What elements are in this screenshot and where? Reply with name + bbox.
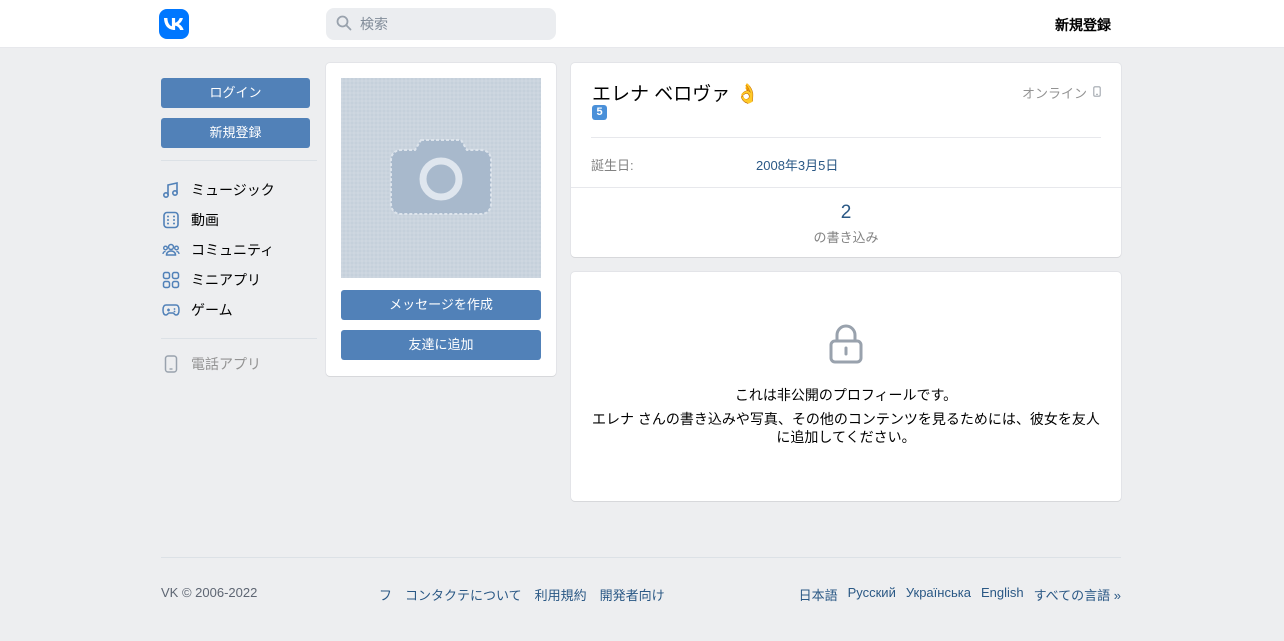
birthday-value[interactable]: 2008年3月5日 xyxy=(756,155,838,174)
sidebar-divider xyxy=(161,338,317,339)
footer-copyright: VK © 2006-2022 xyxy=(161,585,258,600)
profile-divider xyxy=(571,187,1121,188)
left-sidebar: ログイン 新規登録 ミュージック 動画 コミュニティ ミニアプリ ゲーム 電話ア… xyxy=(161,78,317,379)
write-message-button[interactable]: メッセージを作成 xyxy=(341,290,541,320)
mobile-icon xyxy=(1093,85,1101,100)
camera-icon xyxy=(387,134,495,223)
sidebar-divider xyxy=(161,160,317,161)
status-emoji-badge: 5 xyxy=(592,105,607,120)
community-icon xyxy=(161,240,181,260)
sidebar-item-label: コミュニティ xyxy=(191,242,275,258)
avatar[interactable] xyxy=(341,78,541,278)
footer-links: フ コンタクテについて 利用規約 開発者向け xyxy=(379,585,665,604)
footer-link[interactable]: フ xyxy=(379,585,392,604)
top-header: 新規登録 xyxy=(0,0,1284,48)
profile-divider xyxy=(591,137,1101,138)
private-profile-text: エレナ さんの書き込みや写真、その他のコンテンツを見るためには、彼女を友人に追加… xyxy=(592,411,1100,445)
sidebar-item-label: 電話アプリ xyxy=(191,356,261,372)
mini-apps-icon xyxy=(161,270,181,290)
footer-link-developers[interactable]: 開発者向け xyxy=(600,585,665,604)
private-profile-card: これは非公開のプロフィールです。 エレナ さんの書き込みや写真、その他のコンテン… xyxy=(571,272,1121,501)
sidebar-item-label: ミュージック xyxy=(191,182,275,198)
search-icon xyxy=(336,15,352,34)
sidebar-item-label: ミニアプリ xyxy=(191,272,261,288)
language-link-all[interactable]: すべての言語 » xyxy=(1034,585,1121,604)
search-input[interactable] xyxy=(360,16,540,32)
profile-photo-card: メッセージを作成 友達に追加 xyxy=(326,63,556,376)
phone-icon xyxy=(161,354,181,374)
birthday-label: 誕生日: xyxy=(591,158,634,173)
profile-name: エレナ ベロヴァ 👌 xyxy=(592,84,760,105)
add-friend-button[interactable]: 友達に追加 xyxy=(341,330,541,360)
game-icon xyxy=(161,300,181,320)
language-link-english[interactable]: English xyxy=(981,585,1024,604)
sidebar-item-label: 動画 xyxy=(191,212,219,228)
posts-label[interactable]: の書き込み xyxy=(571,227,1121,246)
search-box[interactable] xyxy=(326,8,556,40)
language-link-japanese[interactable]: 日本語 xyxy=(799,585,838,604)
register-button[interactable]: 新規登録 xyxy=(161,118,310,148)
private-profile-title: これは非公開のプロフィールです。 xyxy=(734,387,958,403)
sidebar-item-phone-app[interactable]: 電話アプリ xyxy=(161,349,317,379)
language-link-ukrainian[interactable]: Українська xyxy=(906,585,971,604)
language-link-russian[interactable]: Русский xyxy=(848,585,896,604)
posts-count[interactable]: 2 xyxy=(571,202,1121,224)
sidebar-item-label: ゲーム xyxy=(191,302,233,318)
online-label: オンライン xyxy=(1021,86,1087,101)
login-button[interactable]: ログイン xyxy=(161,78,310,108)
sidebar-nav: ミュージック 動画 コミュニティ ミニアプリ ゲーム xyxy=(161,175,317,325)
footer-link-about[interactable]: コンタクテについて xyxy=(405,585,522,604)
online-status: オンライン xyxy=(1022,83,1101,102)
footer-divider xyxy=(161,557,1121,558)
sidebar-item-video[interactable]: 動画 xyxy=(161,205,317,235)
video-icon xyxy=(161,210,181,230)
footer-link-terms[interactable]: 利用規約 xyxy=(535,585,587,604)
music-icon xyxy=(161,180,181,200)
sidebar-item-music[interactable]: ミュージック xyxy=(161,175,317,205)
profile-info-card: エレナ ベロヴァ 👌 5 オンライン 誕生日: 2008年3月5日 2 の書き込… xyxy=(571,63,1121,257)
sidebar-item-community[interactable]: コミュニティ xyxy=(161,235,317,265)
vk-logo-icon[interactable] xyxy=(159,9,189,39)
lock-icon xyxy=(828,323,864,368)
footer-languages: 日本語 Русский Українська English すべての言語 » xyxy=(799,585,1121,604)
sidebar-item-mini-apps[interactable]: ミニアプリ xyxy=(161,265,317,295)
sidebar-item-games[interactable]: ゲーム xyxy=(161,295,317,325)
header-register-link[interactable]: 新規登録 xyxy=(1055,15,1111,35)
